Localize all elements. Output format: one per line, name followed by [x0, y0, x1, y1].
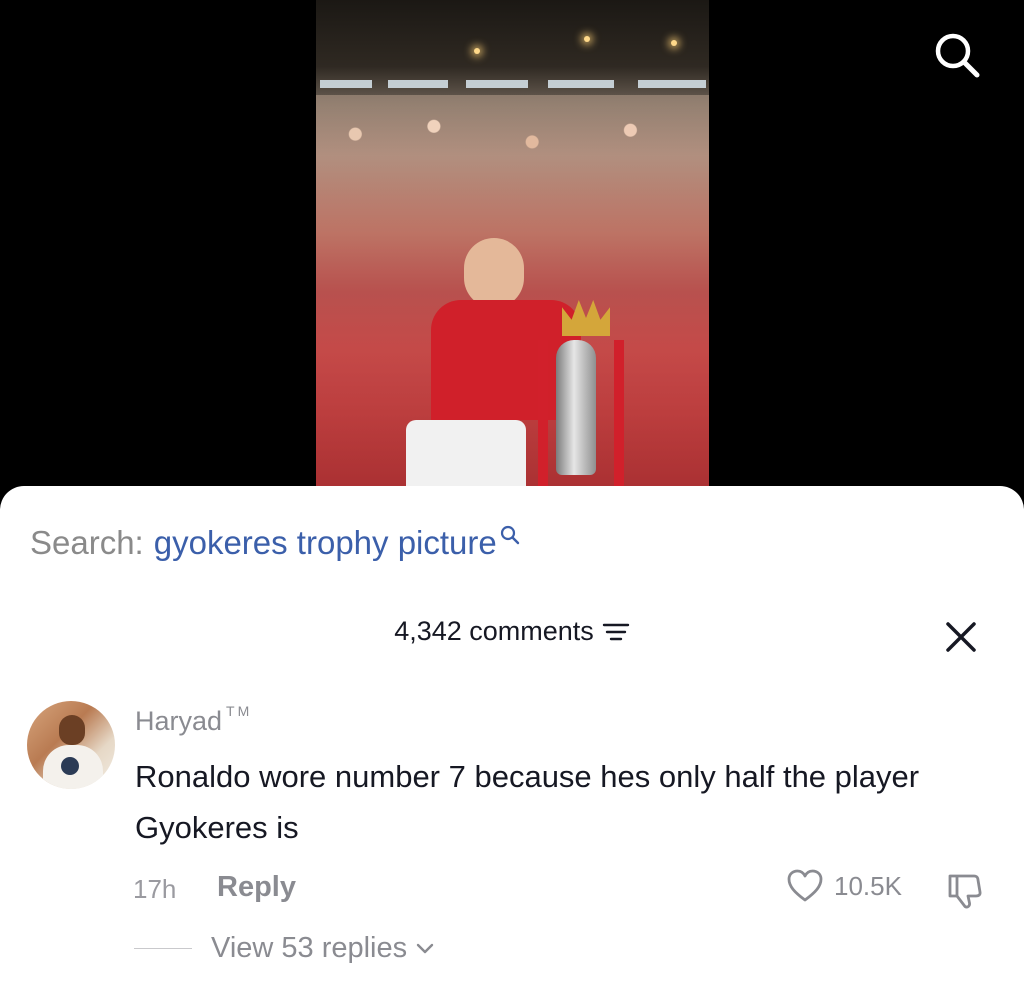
comments-sheet: Search: gyokeres trophy picture 4,342 co… [0, 486, 1024, 986]
comment-text: Ronaldo wore number 7 because hes only h… [135, 759, 920, 845]
video-thumbnail[interactable] [316, 0, 709, 486]
roof-light [584, 36, 590, 42]
video-area[interactable] [0, 0, 1024, 500]
dislike-icon[interactable] [944, 870, 988, 910]
avatar[interactable] [27, 701, 115, 789]
search-icon[interactable] [499, 524, 521, 546]
close-icon[interactable] [944, 620, 978, 654]
filter-icon[interactable] [602, 622, 630, 642]
chevron-down-icon [416, 943, 434, 953]
view-replies[interactable]: View 53 replies [134, 932, 435, 965]
comment-username[interactable]: Haryad TM [135, 703, 253, 737]
trophy-ribbon [614, 340, 624, 486]
search-prefix: Search: [30, 524, 144, 561]
reply-button[interactable]: Reply [217, 871, 296, 904]
window-strip [548, 80, 614, 88]
replies-divider [134, 948, 192, 949]
roof-light [474, 48, 480, 54]
avatar-logo [61, 757, 79, 775]
comments-header: 4,342 comments [0, 616, 1024, 647]
heart-icon [787, 869, 823, 902]
comments-count-label: 4,342 comments [394, 616, 594, 646]
trophy-ribbon [538, 340, 548, 486]
search-icon[interactable] [932, 30, 982, 80]
stadium-roof [316, 0, 709, 95]
roof-light [671, 40, 677, 46]
comment-time: 17h [133, 874, 177, 904]
window-strip [320, 80, 372, 88]
avatar-face [59, 715, 85, 745]
like-count: 10.5K [834, 870, 902, 901]
comments-count[interactable]: 4,342 comments [394, 616, 630, 647]
player-shorts [406, 420, 526, 486]
like-button[interactable]: 10.5K [786, 868, 902, 904]
window-strip [466, 80, 528, 88]
trophy [556, 340, 596, 475]
window-strip [388, 80, 448, 88]
search-query-link[interactable]: gyokeres trophy picture [154, 524, 497, 562]
username-suffix: TM [226, 703, 253, 719]
player-head [464, 238, 524, 308]
view-replies-label[interactable]: View 53 replies [211, 932, 407, 965]
window-strip [638, 80, 706, 88]
search-suggestion[interactable]: Search: gyokeres trophy picture [30, 524, 521, 562]
username-text: Haryad [135, 706, 223, 736]
